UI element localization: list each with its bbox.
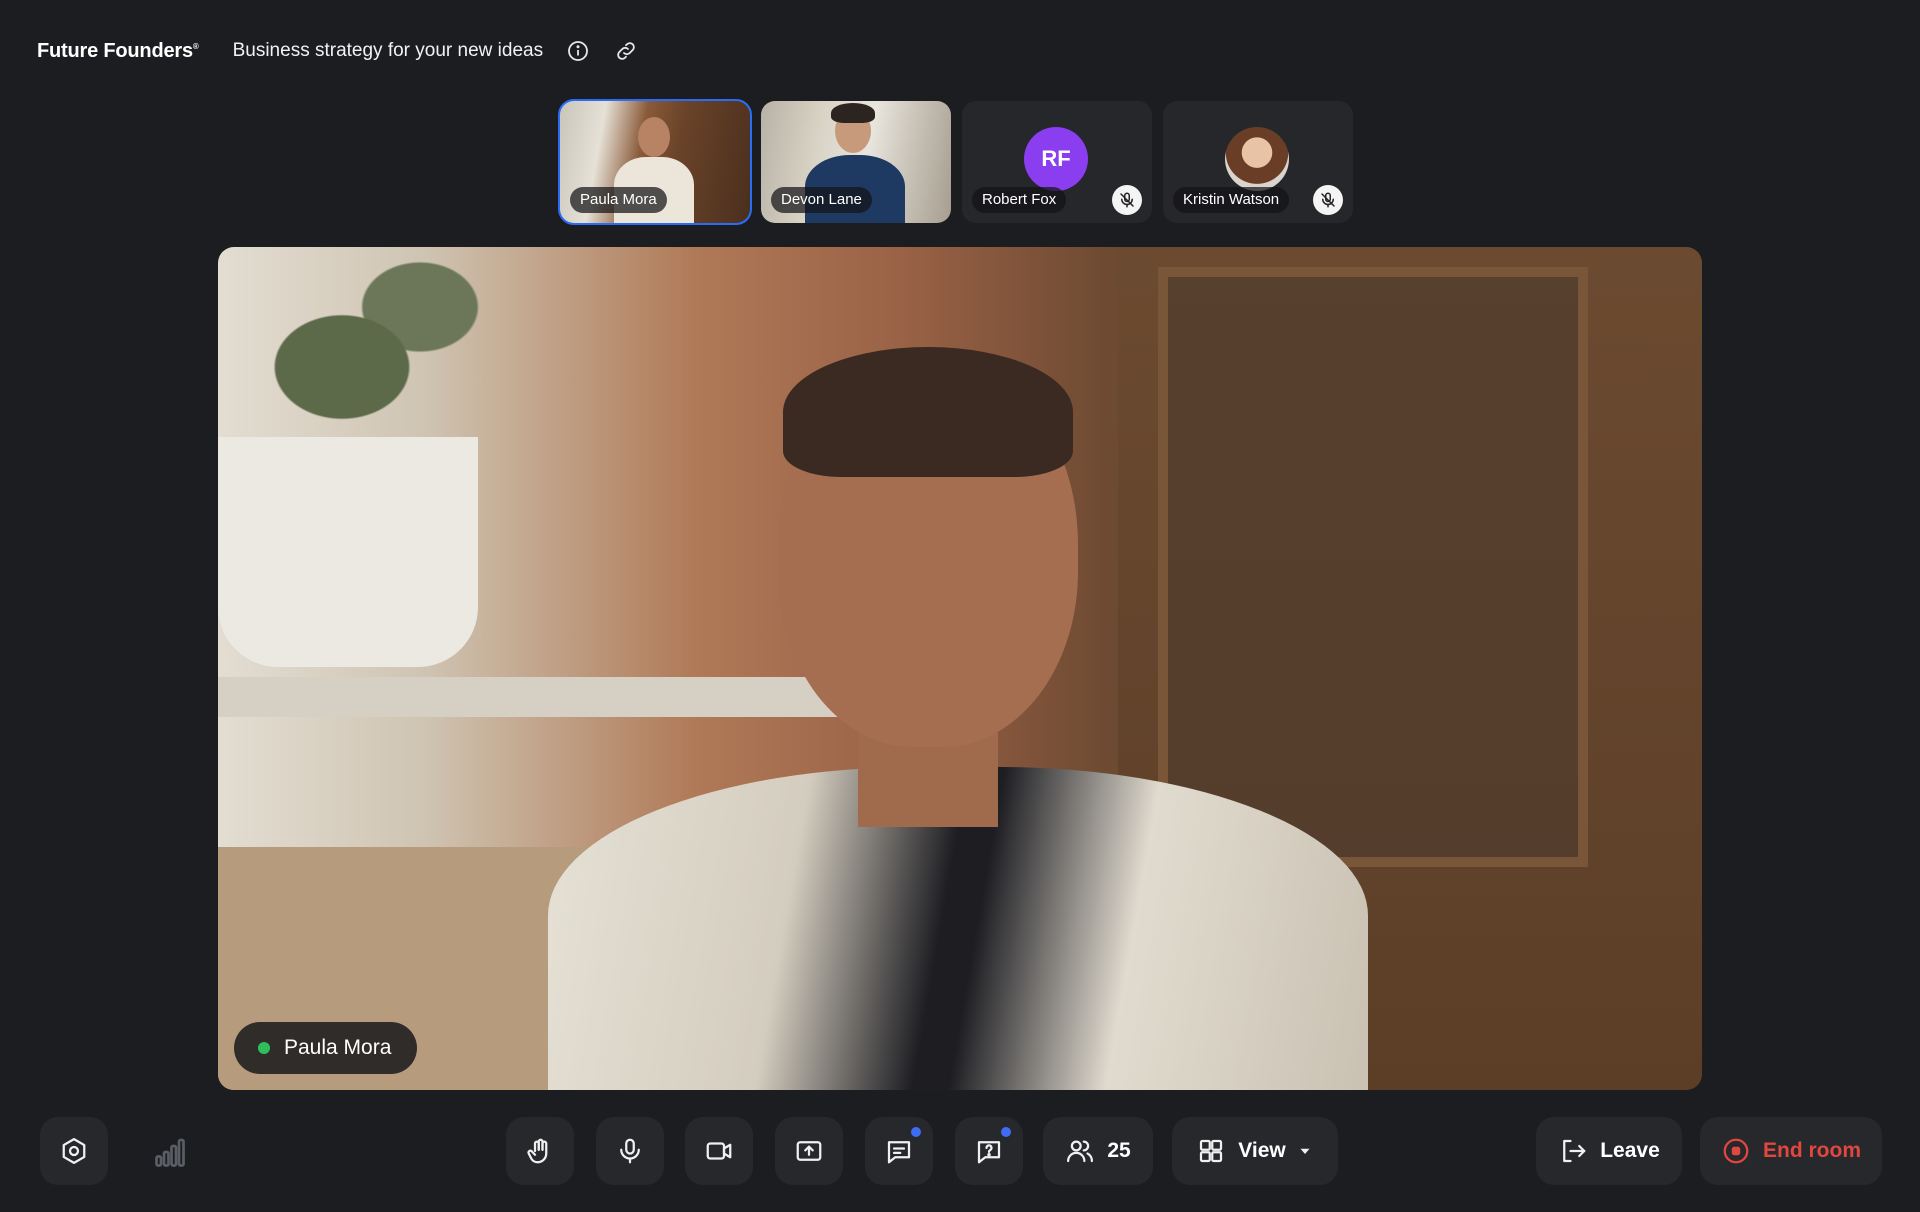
participant-strip: Paula Mora Devon Lane RF Robert Fox Kris… (558, 99, 1353, 225)
speaker-name-tag: Paula Mora (234, 1022, 418, 1074)
video-camera-icon (706, 1142, 732, 1160)
notification-badge (909, 1125, 923, 1139)
main-video-stage[interactable]: Paula Mora (218, 247, 1702, 1090)
speaker-name: Paula Mora (284, 1036, 392, 1059)
participant-tile-paula-mora[interactable]: Paula Mora (558, 99, 752, 225)
grid-icon (1200, 1139, 1223, 1163)
mic-off-icon (1112, 185, 1142, 215)
view-label: View (1238, 1139, 1286, 1162)
settings-icon (62, 1138, 86, 1164)
signal-strength-icon (152, 1134, 188, 1170)
raise-hand-button[interactable] (506, 1117, 574, 1185)
participant-tile-devon-lane[interactable]: Devon Lane (761, 101, 951, 223)
participants-count: 25 (1107, 1139, 1131, 1162)
leave-button[interactable]: Leave (1536, 1117, 1682, 1185)
microphone-icon (620, 1138, 640, 1164)
participants-button[interactable]: 25 (1043, 1117, 1153, 1185)
microphone-button[interactable] (596, 1117, 664, 1185)
avatar: RF (1024, 127, 1088, 191)
participant-tile-robert-fox[interactable]: RF Robert Fox (962, 101, 1152, 223)
question-icon (977, 1141, 1001, 1164)
participant-name: Kristin Watson (1173, 187, 1290, 213)
info-icon[interactable] (565, 38, 591, 64)
view-dropdown[interactable]: View (1172, 1117, 1338, 1185)
header-bar: Future Founders® Business strategy for y… (37, 36, 639, 66)
camera-button[interactable] (685, 1117, 753, 1185)
leave-icon (1563, 1139, 1586, 1163)
speaking-indicator (258, 1042, 270, 1054)
brand-logo: Future Founders® (37, 39, 199, 62)
meeting-title: Business strategy for your new ideas (232, 40, 544, 61)
end-room-button[interactable]: End room (1700, 1117, 1882, 1185)
hand-icon (527, 1138, 548, 1164)
avatar (1225, 127, 1289, 191)
qa-button[interactable] (955, 1117, 1023, 1185)
participant-name: Paula Mora (570, 187, 667, 213)
share-screen-button[interactable] (775, 1117, 843, 1185)
participant-name: Devon Lane (771, 187, 872, 213)
record-stop-icon (1723, 1138, 1749, 1164)
link-icon[interactable] (613, 38, 639, 64)
caret-down-icon (1300, 1148, 1310, 1154)
mic-off-icon (1313, 185, 1343, 215)
notification-badge (999, 1125, 1013, 1139)
chat-button[interactable] (865, 1117, 933, 1185)
leave-label: Leave (1600, 1139, 1660, 1162)
share-screen-icon (796, 1141, 822, 1161)
chat-icon (887, 1141, 911, 1164)
settings-button[interactable] (40, 1117, 108, 1185)
meeting-app: Future Founders® Business strategy for y… (0, 0, 1920, 1212)
participant-tile-kristin-watson[interactable]: Kristin Watson (1163, 101, 1353, 223)
participant-name: Robert Fox (972, 187, 1067, 213)
people-icon (1067, 1140, 1094, 1163)
end-room-label: End room (1763, 1139, 1861, 1162)
